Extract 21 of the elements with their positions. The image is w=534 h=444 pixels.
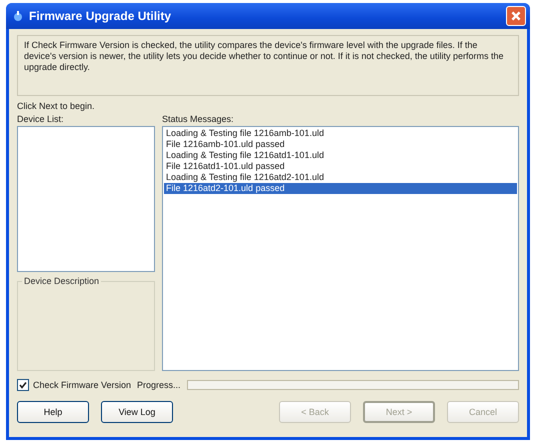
info-text: If Check Firmware Version is checked, the utility compares the device's firmware level with the upgrade files. If the device's version is newer, the utility lets you decide whether to continue or not. If it is not checked, the utility performs the upgrade directly. [24, 40, 504, 73]
dialog-button[interactable]: Help [17, 401, 89, 423]
progress-label: Progress... [137, 380, 181, 390]
status-message[interactable]: Loading & Testing file 1216atd2-101.uld [164, 172, 517, 183]
check-firmware-checkbox[interactable]: Check Firmware Version [17, 379, 132, 391]
close-button[interactable] [506, 6, 526, 26]
status-message[interactable]: Loading & Testing file 1216atd1-101.uld [164, 150, 517, 161]
device-description-label: Device Description [23, 276, 100, 286]
status-list[interactable] [162, 126, 519, 371]
app-icon [12, 10, 24, 22]
instruction-text: Click Next to begin. [17, 101, 96, 111]
close-icon [510, 10, 522, 22]
status-message[interactable]: File 1216amb-101.uld passed [164, 139, 517, 150]
device-list-label: Device List: [17, 114, 64, 124]
device-list[interactable] [17, 126, 155, 272]
status-messages-label: Status Messages: [162, 114, 234, 124]
status-message[interactable]: Loading & Testing file 1216amb-101.uld [164, 128, 517, 139]
status-message[interactable]: File 1216atd2-101.uld passed [164, 183, 517, 194]
window-title: Firmware Upgrade Utility [29, 9, 172, 23]
status-message[interactable]: File 1216atd1-101.uld passed [164, 161, 517, 172]
dialog-button[interactable]: View Log [101, 401, 173, 423]
